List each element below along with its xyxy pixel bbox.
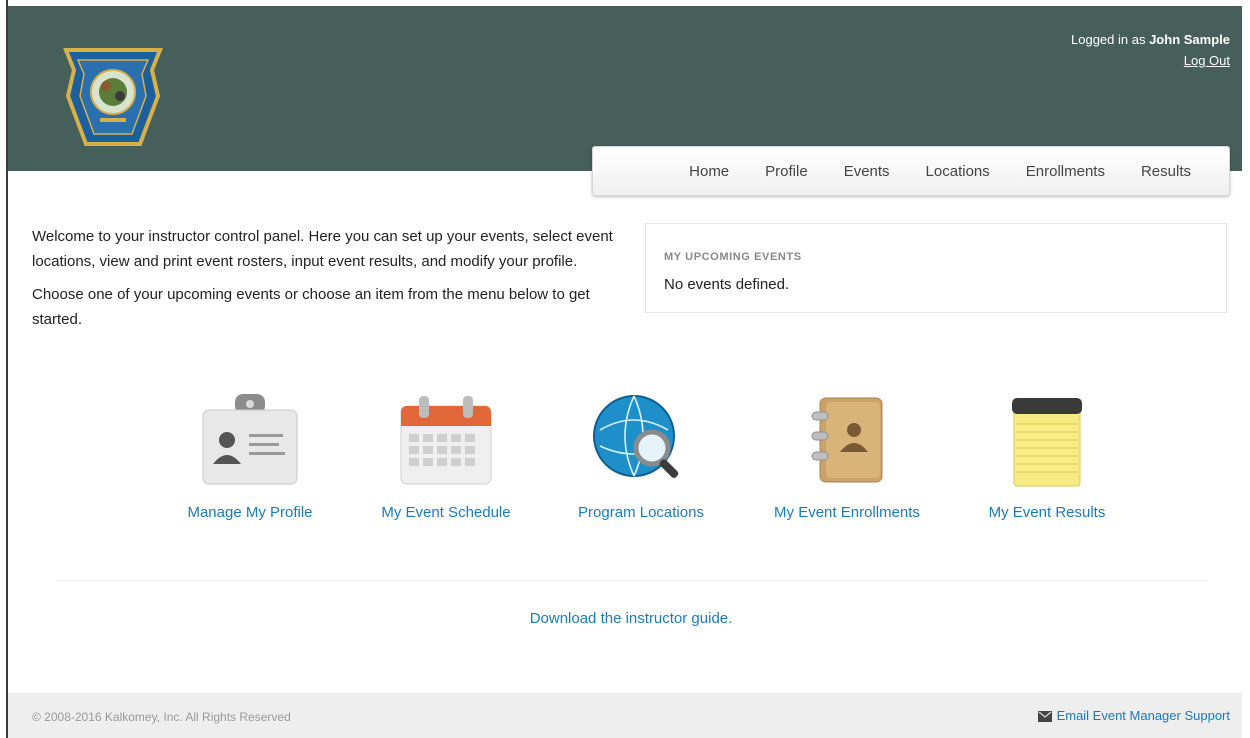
program-locations-tile[interactable]: Program Locations: [551, 390, 731, 521]
section-divider: [56, 580, 1208, 581]
manage-profile-label: Manage My Profile: [187, 504, 313, 521]
intro-paragraph-instructions: Choose one of your upcoming events or ch…: [32, 286, 590, 328]
main-nav: Home Profile Events Locations Enrollment…: [592, 146, 1230, 196]
nav-enrollments[interactable]: Enrollments: [1026, 163, 1105, 180]
event-enrollments-tile[interactable]: My Event Enrollments: [757, 390, 937, 521]
site-footer: © 2008-2016 Kalkomey, Inc. All Rights Re…: [8, 693, 1242, 738]
calendar-icon: [400, 396, 492, 485]
globe-search-icon: [593, 395, 679, 478]
nav-home[interactable]: Home: [689, 163, 729, 180]
logout-link[interactable]: Log Out: [1184, 53, 1230, 68]
email-support-link[interactable]: Email Event Manager Support: [1037, 708, 1230, 723]
event-results-tile[interactable]: My Event Results: [957, 390, 1137, 521]
id-badge-icon: [202, 394, 298, 485]
intro-paragraph-welcome: Welcome to your instructor control panel…: [32, 228, 613, 270]
intro-text: Welcome to your instructor control panel…: [32, 224, 622, 340]
event-schedule-tile[interactable]: My Event Schedule: [356, 390, 536, 521]
upcoming-events-heading: MY UPCOMING EVENTS: [664, 251, 802, 263]
nav-locations[interactable]: Locations: [926, 163, 990, 180]
user-info: Logged in as John Sample Log Out: [1071, 32, 1230, 68]
nav-results[interactable]: Results: [1141, 163, 1191, 180]
event-schedule-label: My Event Schedule: [381, 504, 511, 521]
game-commission-keystone-logo: [63, 48, 163, 146]
event-results-label: My Event Results: [988, 504, 1106, 521]
event-enrollments-label: My Event Enrollments: [774, 504, 920, 521]
envelope-icon: [1037, 711, 1052, 722]
instructor-guide-link[interactable]: Download the instructor guide.: [0, 610, 1250, 627]
email-support-label: Email Event Manager Support: [1056, 708, 1230, 723]
upcoming-events-empty: No events defined.: [664, 276, 790, 293]
program-locations-label: Program Locations: [578, 504, 704, 521]
user-name: John Sample: [1149, 32, 1230, 47]
nav-profile[interactable]: Profile: [765, 163, 808, 180]
manage-profile-tile[interactable]: Manage My Profile: [160, 390, 340, 521]
logged-in-as: Logged in as John Sample: [1071, 32, 1230, 47]
copyright-text: © 2008-2016 Kalkomey, Inc. All Rights Re…: [32, 710, 291, 724]
address-book-icon: [811, 397, 883, 483]
upcoming-events-panel: MY UPCOMING EVENTS No events defined.: [645, 223, 1227, 313]
notepad-icon: [1012, 398, 1082, 487]
nav-events[interactable]: Events: [844, 163, 890, 180]
